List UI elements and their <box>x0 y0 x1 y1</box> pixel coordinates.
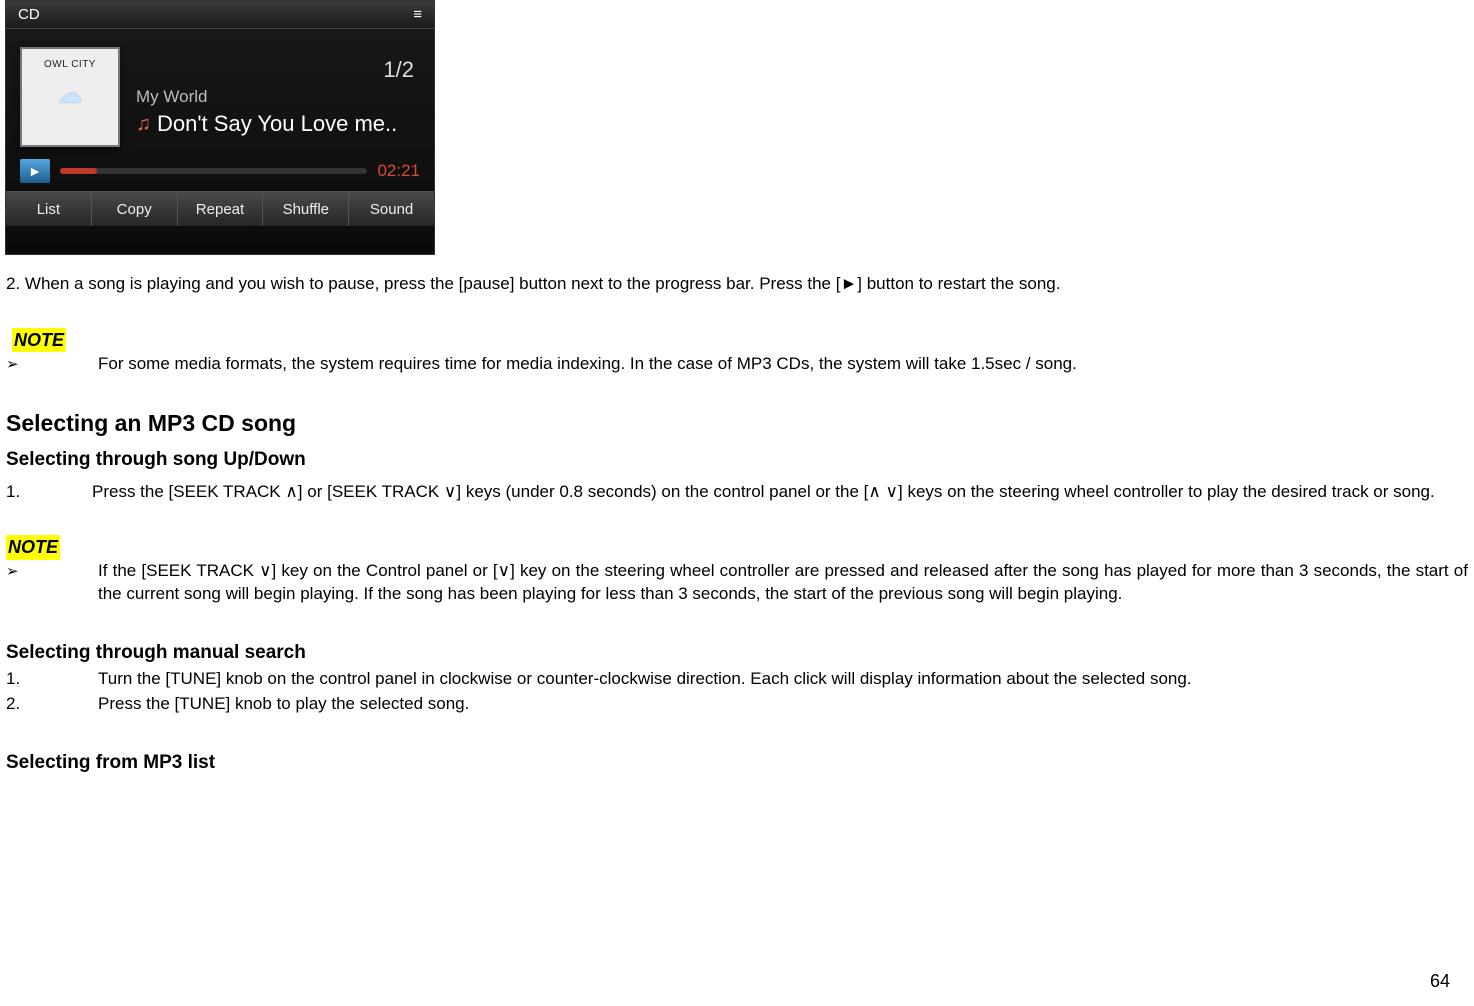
progress-bar[interactable] <box>60 168 367 174</box>
heading-3: Selecting through song Up/Down <box>6 447 1468 473</box>
list-body: Turn the [TUNE] knob on the control pane… <box>98 668 1468 691</box>
page-number: 64 <box>1430 971 1450 992</box>
progress-fill <box>60 168 97 174</box>
copy-button[interactable]: Copy <box>92 192 178 226</box>
player-body: OWL CITY ☁ My World ♫ Don't Say You Love… <box>6 29 434 191</box>
list-number: 1. <box>6 668 98 691</box>
player-header: CD ≡ <box>6 1 434 29</box>
heading-2: Selecting an MP3 CD song <box>6 408 1468 439</box>
list-body: Press the [TUNE] knob to play the select… <box>98 693 1468 716</box>
sound-button[interactable]: Sound <box>349 192 434 226</box>
track-title-row: ♫ Don't Say You Love me.. <box>136 111 397 137</box>
bullet-arrow-icon: ➢ <box>6 353 98 375</box>
note-callout: NOTE <box>12 328 66 352</box>
note-bullet: ➢ If the [SEEK TRACK ∨] key on the Contr… <box>6 560 1468 606</box>
note-body: For some media formats, the system requi… <box>98 353 1077 376</box>
shuffle-button[interactable]: Shuffle <box>263 192 349 226</box>
track-title: Don't Say You Love me.. <box>157 111 397 137</box>
play-button[interactable]: ► <box>20 159 50 183</box>
heading-3: Selecting from MP3 list <box>6 750 1468 776</box>
ordered-list-item: 2. Press the [TUNE] knob to play the sel… <box>6 693 1468 716</box>
player-header-left: CD <box>18 6 40 23</box>
album-label: My World <box>136 87 397 107</box>
repeat-button[interactable]: Repeat <box>178 192 264 226</box>
bullet-arrow-icon: ➢ <box>6 560 98 582</box>
list-button[interactable]: List <box>6 192 92 226</box>
ordered-list-item: 1. Turn the [TUNE] knob on the control p… <box>6 668 1468 691</box>
music-note-icon: ♫ <box>136 113 151 136</box>
album-art-graphic: ☁ <box>58 81 82 110</box>
page-indicator: 1/2 <box>383 57 414 83</box>
list-body: Press the [SEEK TRACK ∧] or [SEEK TRACK … <box>92 482 1435 501</box>
progress-row: ► 02:21 <box>20 159 420 183</box>
heading-3: Selecting through manual search <box>6 640 1468 666</box>
paragraph: 2. When a song is playing and you wish t… <box>6 273 1468 296</box>
note-callout: NOTE <box>6 535 60 559</box>
document-body: 2. When a song is playing and you wish t… <box>0 255 1474 775</box>
cd-player-screenshot: CD ≡ OWL CITY ☁ My World ♫ Don't Say You… <box>5 0 435 255</box>
list-number: 1. <box>6 481 92 504</box>
player-button-bar: List Copy Repeat Shuffle Sound <box>6 191 434 226</box>
note-body: If the [SEEK TRACK ∨] key on the Control… <box>98 560 1468 606</box>
elapsed-time: 02:21 <box>377 161 420 181</box>
album-art: OWL CITY ☁ <box>20 47 120 147</box>
ordered-list-item: 1.Press the [SEEK TRACK ∧] or [SEEK TRAC… <box>6 481 1468 504</box>
hamburger-icon: ≡ <box>413 6 422 23</box>
list-number: 2. <box>6 693 98 716</box>
note-bullet: ➢ For some media formats, the system req… <box>6 353 1468 376</box>
album-art-label: OWL CITY <box>44 59 96 71</box>
